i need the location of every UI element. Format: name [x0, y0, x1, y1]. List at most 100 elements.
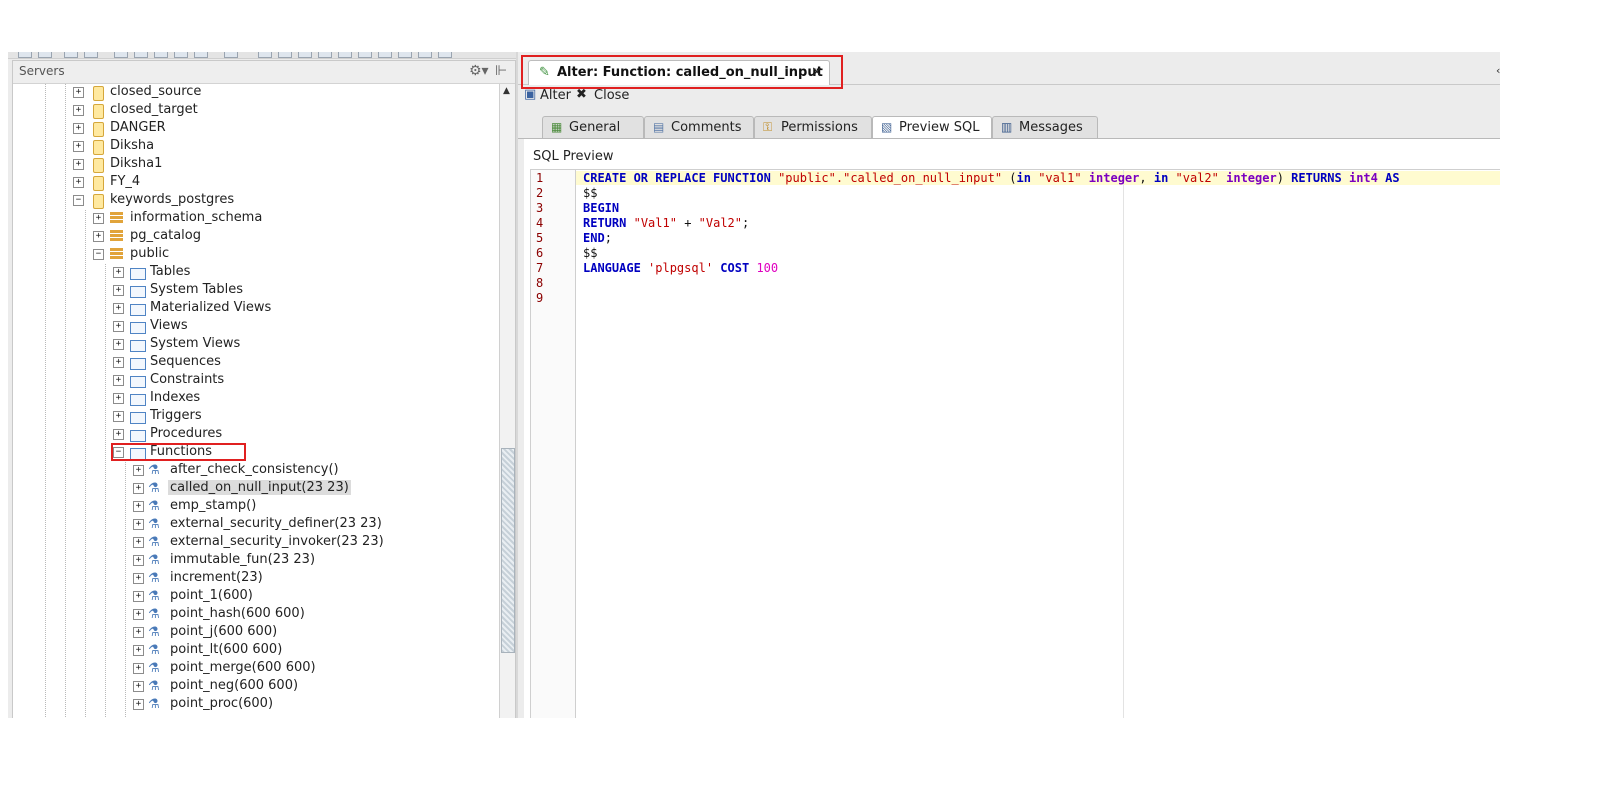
function-icon: ⚗	[148, 589, 160, 604]
expand-icon[interactable]: +	[113, 429, 124, 440]
tab-messages[interactable]: ▥ Messages	[992, 116, 1098, 138]
toolbar-icon[interactable]	[18, 52, 32, 58]
editor-subtabs: ▦ General ▤ Comments ⚿ Permissions ▧ Pre…	[518, 116, 1500, 139]
tab-label: Comments	[671, 120, 742, 135]
expand-icon[interactable]: +	[133, 663, 144, 674]
expand-icon[interactable]: +	[73, 159, 84, 170]
expand-icon[interactable]: +	[133, 645, 144, 656]
function-icon: ⚗	[148, 517, 160, 532]
expand-icon[interactable]: +	[113, 393, 124, 404]
folder-icon	[130, 340, 146, 352]
tab-list-chevron-icon[interactable]: ‹	[1496, 64, 1500, 77]
expand-icon[interactable]: +	[93, 213, 104, 224]
expand-icon[interactable]: +	[113, 411, 124, 422]
sql-type: integer	[1226, 171, 1277, 185]
tab-comments[interactable]: ▤ Comments	[644, 116, 754, 138]
expand-icon[interactable]: +	[133, 501, 144, 512]
expand-icon[interactable]: +	[133, 627, 144, 638]
code-line-2: $$	[583, 186, 598, 200]
expand-icon[interactable]: +	[133, 537, 144, 548]
scrollbar-thumb[interactable]	[501, 448, 515, 653]
tab-general[interactable]: ▦ General	[542, 116, 644, 138]
tree-node-label: pg_catalog	[130, 228, 201, 243]
alter-button[interactable]: Alter	[540, 88, 571, 103]
toolbar-icon[interactable]	[298, 52, 312, 58]
minimize-panel-icon[interactable]: ⊩	[495, 63, 507, 79]
toolbar-icon[interactable]	[194, 52, 208, 58]
toolbar-icon[interactable]	[38, 52, 52, 58]
expand-icon[interactable]: +	[93, 231, 104, 242]
toolbar-icon[interactable]	[134, 52, 148, 58]
expand-icon[interactable]: +	[113, 303, 124, 314]
toolbar-icon[interactable]	[224, 52, 238, 58]
tab-permissions[interactable]: ⚿ Permissions	[754, 116, 872, 138]
expand-icon[interactable]: +	[133, 483, 144, 494]
toolbar-icon[interactable]	[84, 52, 98, 58]
line-number: 9	[536, 291, 544, 305]
collapse-icon[interactable]: −	[93, 249, 104, 260]
close-x-icon[interactable]: ✖	[576, 87, 587, 102]
expand-icon[interactable]: +	[73, 141, 84, 152]
line-number: 5	[536, 231, 544, 245]
schema-icon	[110, 248, 123, 261]
gear-icon[interactable]: ⚙▾	[469, 63, 489, 79]
toolbar-icon[interactable]	[64, 52, 78, 58]
tree-node-label: Sequences	[150, 354, 221, 369]
servers-panel: Servers ⚙▾ ⊩ + closed_source + closed_ta…	[12, 60, 516, 718]
tree-node-label: keywords_postgres	[110, 192, 235, 207]
expand-icon[interactable]: +	[73, 105, 84, 116]
toolbar-icon[interactable]	[378, 52, 392, 58]
line-number: 6	[536, 246, 544, 260]
sql-string: "Val2"	[698, 216, 743, 230]
toolbar-icon[interactable]	[114, 52, 128, 58]
expand-icon[interactable]: +	[133, 681, 144, 692]
line-number: 1	[536, 171, 544, 185]
tree-node-label: external_security_invoker(23 23)	[170, 534, 384, 549]
save-icon[interactable]: ▣	[524, 87, 536, 102]
toolbar-icon[interactable]	[438, 52, 452, 58]
collapse-icon[interactable]: −	[73, 195, 84, 206]
servers-panel-title: Servers	[19, 64, 65, 78]
expand-icon[interactable]: +	[113, 267, 124, 278]
permissions-icon: ⚿	[763, 120, 773, 134]
expand-icon[interactable]: +	[73, 123, 84, 134]
expand-icon[interactable]: +	[133, 699, 144, 710]
toolbar-icon[interactable]	[258, 52, 272, 58]
expand-icon[interactable]: +	[113, 357, 124, 368]
tab-preview-sql[interactable]: ▧ Preview SQL	[872, 116, 992, 139]
tree-scrollbar[interactable]: ▲	[499, 84, 515, 718]
toolbar-icon[interactable]	[318, 52, 332, 58]
expand-icon[interactable]: +	[113, 321, 124, 332]
expand-icon[interactable]: +	[113, 375, 124, 386]
function-icon: ⚗	[148, 679, 160, 694]
toolbar-icon[interactable]	[418, 52, 432, 58]
expand-icon[interactable]: +	[133, 591, 144, 602]
expand-icon[interactable]: +	[73, 177, 84, 188]
toolbar-icon[interactable]	[154, 52, 168, 58]
expand-icon[interactable]: +	[113, 285, 124, 296]
database-icon	[93, 86, 104, 101]
expand-icon[interactable]: +	[113, 339, 124, 350]
scroll-up-icon[interactable]: ▲	[503, 86, 510, 96]
expand-icon[interactable]: +	[133, 573, 144, 584]
toolbar-icon[interactable]	[278, 52, 292, 58]
tree-node-label: Diksha1	[110, 156, 163, 171]
close-button[interactable]: Close	[594, 88, 629, 103]
sql-keyword: END	[583, 231, 605, 245]
function-icon: ⚗	[148, 571, 160, 586]
expand-icon[interactable]: +	[133, 519, 144, 530]
tree-node-label: point_proc(600)	[170, 696, 274, 711]
line-number-gutter: 1 2 3 4 5 6 7 8 9	[531, 170, 576, 718]
toolbar-icon[interactable]	[358, 52, 372, 58]
expand-icon[interactable]: +	[133, 609, 144, 620]
toolbar-icon[interactable]	[174, 52, 188, 58]
toolbar-icon[interactable]	[398, 52, 412, 58]
toolbar-icon[interactable]	[338, 52, 352, 58]
sql-keyword: in	[1016, 171, 1031, 185]
sql-code-editor[interactable]: 1 2 3 4 5 6 7 8 9 CREATE OR REPLACE FUNC…	[530, 169, 1500, 718]
expand-icon[interactable]: +	[133, 555, 144, 566]
sql-punct: )	[1276, 171, 1284, 185]
folder-icon	[130, 268, 146, 280]
expand-icon[interactable]: +	[133, 465, 144, 476]
expand-icon[interactable]: +	[73, 87, 84, 98]
